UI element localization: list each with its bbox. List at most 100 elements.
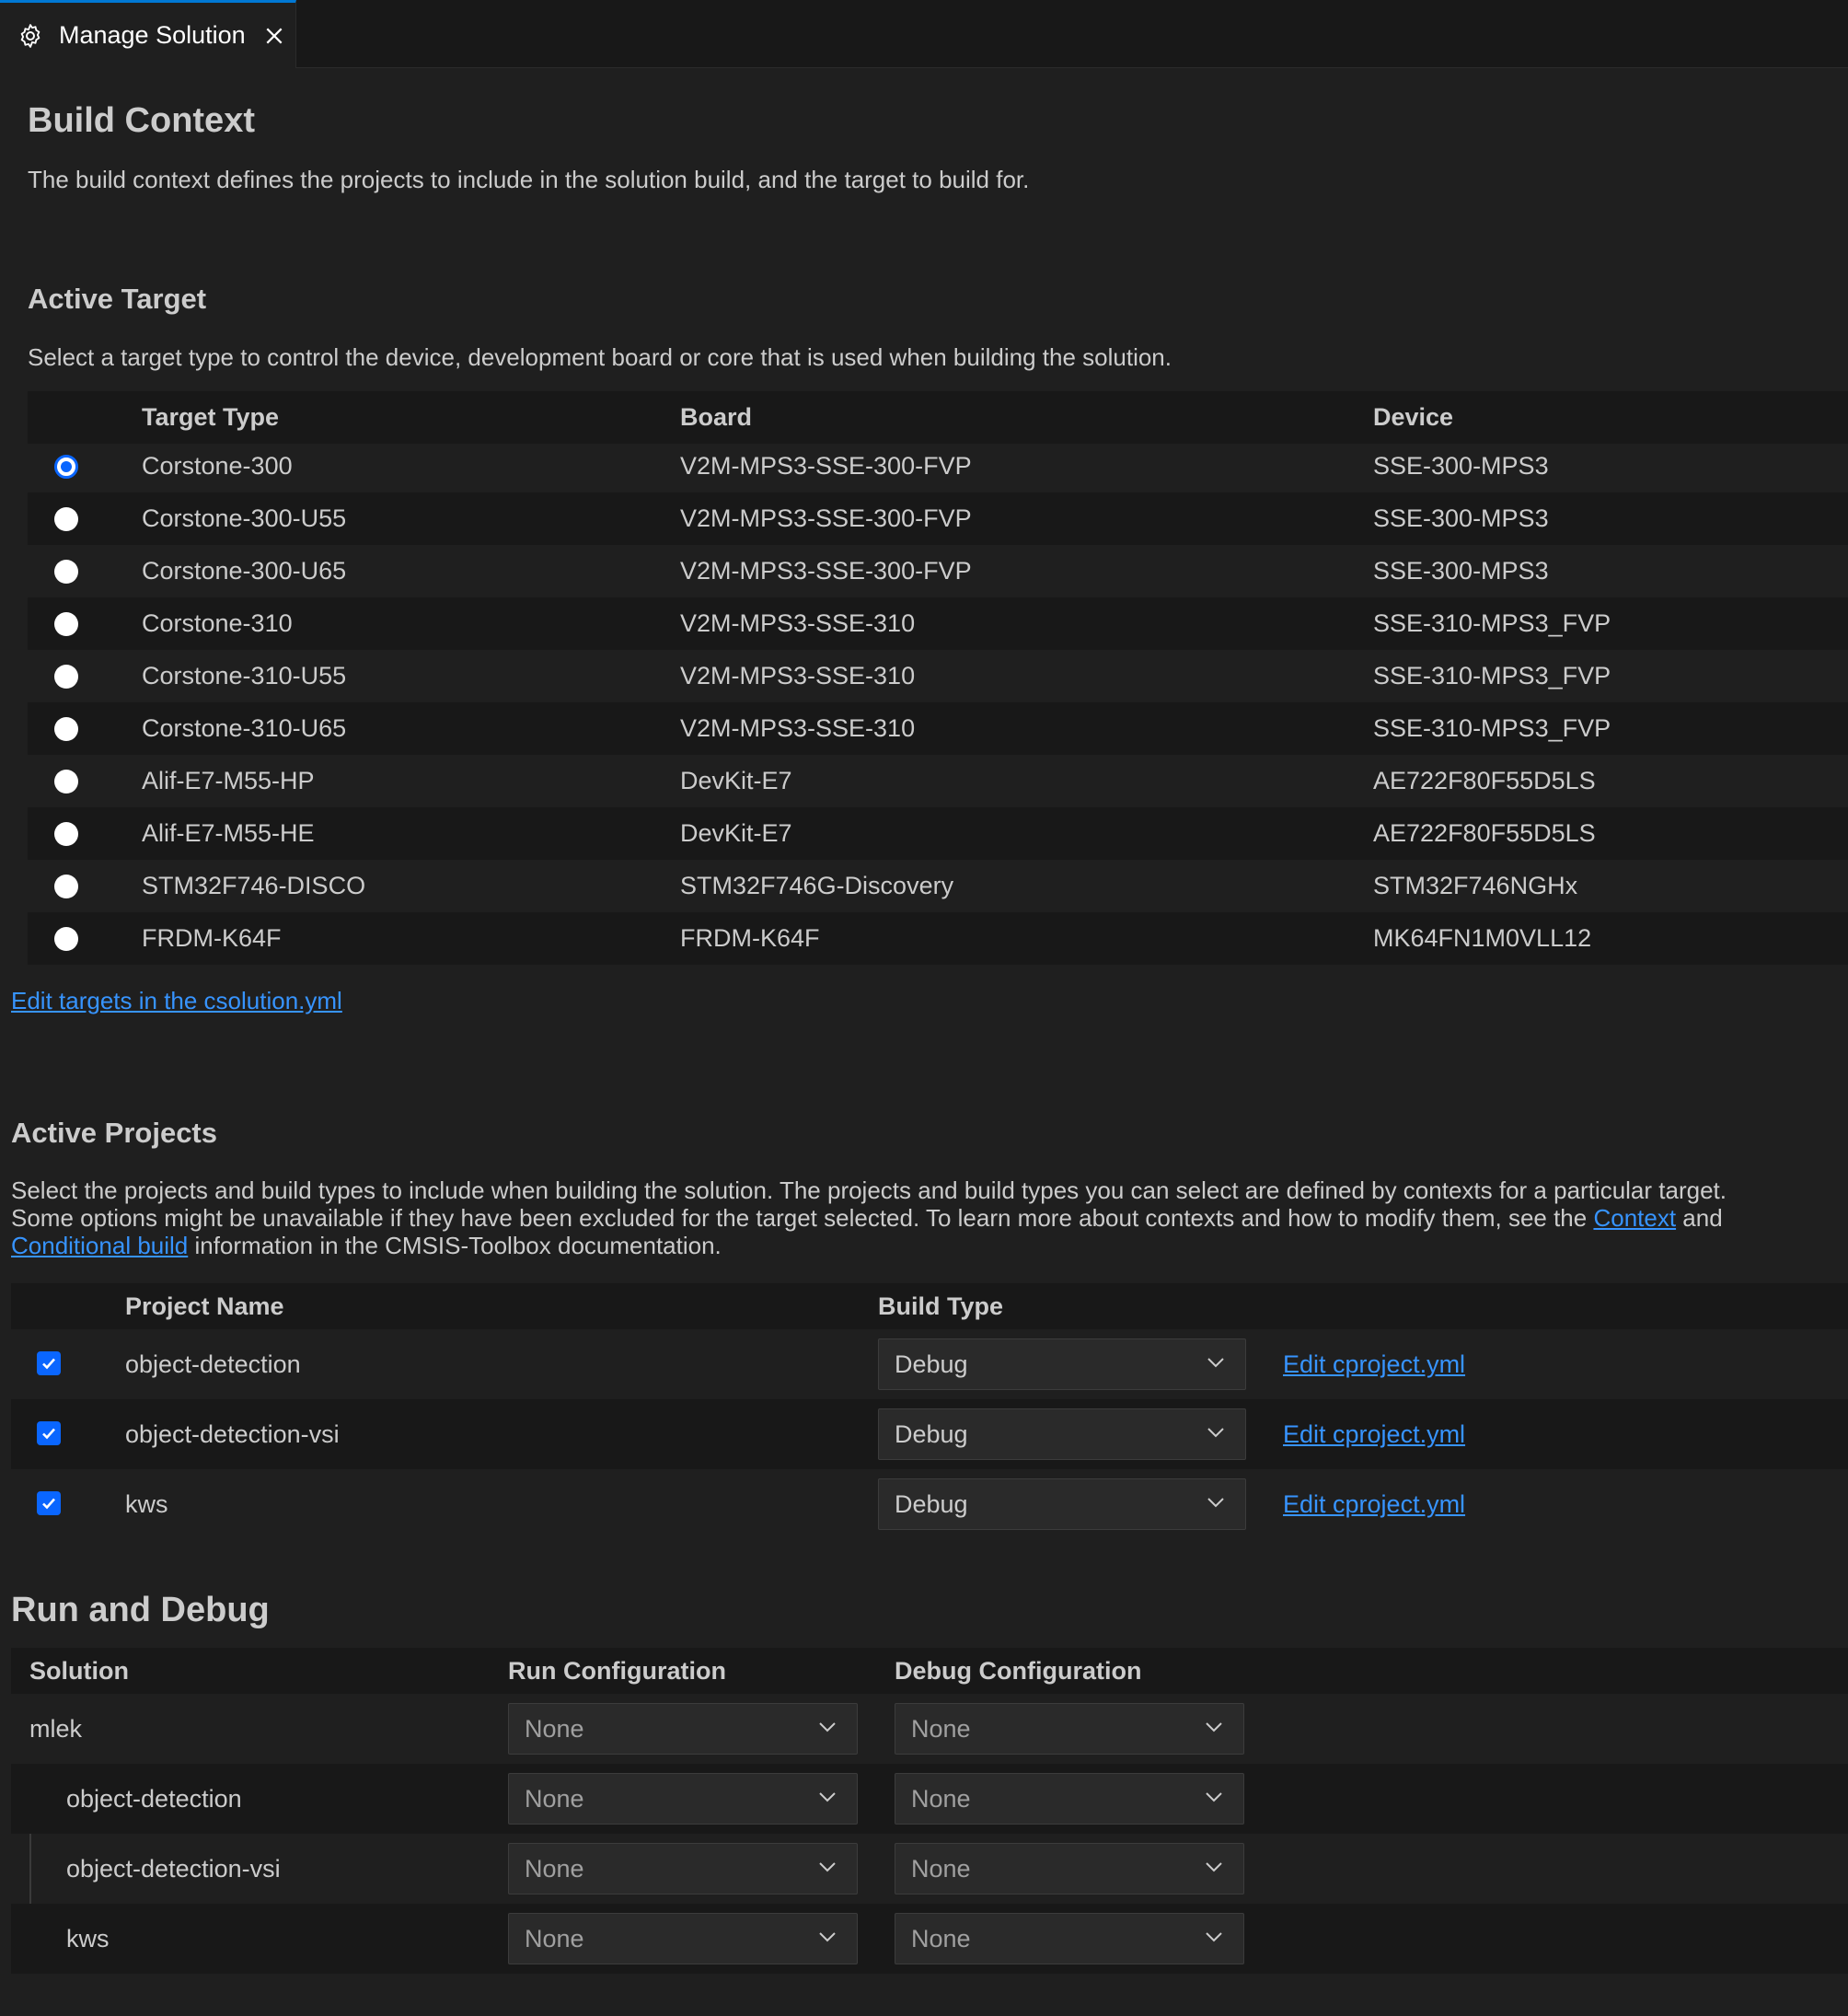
target-board: DevKit-E7 bbox=[680, 819, 792, 847]
description-line-2-text: Some options might be unavailable if the… bbox=[11, 1204, 1594, 1232]
target-type: STM32F746-DISCO bbox=[142, 872, 366, 899]
build-type-value: Debug bbox=[895, 1420, 968, 1448]
debug-configuration-select[interactable]: None bbox=[895, 1703, 1244, 1755]
close-icon[interactable] bbox=[264, 26, 284, 46]
chevron-down-icon bbox=[1206, 1862, 1222, 1872]
col-build-type: Build Type bbox=[878, 1292, 1004, 1320]
target-device: AE722F80F55D5LS bbox=[1373, 819, 1596, 847]
target-radio[interactable] bbox=[54, 717, 78, 741]
run-configuration-select[interactable]: None bbox=[508, 1703, 858, 1755]
debug-configuration-select[interactable]: None bbox=[895, 1843, 1244, 1894]
check-icon bbox=[42, 1498, 55, 1510]
run-configuration-value: None bbox=[525, 1925, 584, 1952]
target-type: Corstone-310-U65 bbox=[142, 714, 347, 742]
edit-cproject-link[interactable]: Edit cproject.yml bbox=[1283, 1350, 1465, 1378]
solution-name: mlek bbox=[29, 1715, 83, 1743]
debug-configuration-value: None bbox=[911, 1715, 971, 1743]
target-type: Corstone-310-U55 bbox=[142, 662, 347, 689]
build-type-value: Debug bbox=[895, 1490, 968, 1518]
target-board: V2M-MPS3-SSE-300-FVP bbox=[680, 452, 972, 480]
target-radio[interactable] bbox=[54, 612, 78, 636]
col-solution: Solution bbox=[29, 1657, 129, 1685]
target-row[interactable]: Corstone-300-U55 V2M-MPS3-SSE-300-FVP SS… bbox=[28, 492, 1848, 545]
target-device: SSE-310-MPS3_FVP bbox=[1373, 714, 1611, 742]
target-row[interactable]: Corstone-300 V2M-MPS3-SSE-300-FVP SSE-30… bbox=[28, 440, 1848, 492]
project-checkbox[interactable] bbox=[37, 1491, 61, 1515]
target-row[interactable]: Corstone-300-U65 V2M-MPS3-SSE-300-FVP SS… bbox=[28, 545, 1848, 597]
target-device: AE722F80F55D5LS bbox=[1373, 767, 1596, 794]
chevron-down-icon bbox=[1207, 1428, 1224, 1438]
gear-icon bbox=[20, 23, 40, 48]
target-board: FRDM-K64F bbox=[680, 924, 820, 952]
col-board: Board bbox=[680, 403, 753, 431]
target-radio[interactable] bbox=[54, 822, 78, 846]
target-radio[interactable] bbox=[54, 875, 78, 898]
edit-cproject-link[interactable]: Edit cproject.yml bbox=[1283, 1420, 1465, 1448]
target-board: DevKit-E7 bbox=[680, 767, 792, 794]
project-row: object-detection Debug Edit cproject.yml bbox=[11, 1329, 1848, 1399]
target-radio[interactable] bbox=[54, 927, 78, 951]
target-row[interactable]: Alif-E7-M55-HE DevKit-E7 AE722F80F55D5LS bbox=[28, 807, 1848, 860]
context-link[interactable]: Context bbox=[1593, 1204, 1676, 1232]
target-device: STM32F746NGHx bbox=[1373, 872, 1578, 899]
run-configuration-value: None bbox=[525, 1715, 584, 1743]
run-configuration-value: None bbox=[525, 1855, 584, 1883]
build-type-select[interactable]: Debug bbox=[878, 1408, 1246, 1460]
target-device: SSE-300-MPS3 bbox=[1373, 504, 1549, 532]
target-board: V2M-MPS3-SSE-300-FVP bbox=[680, 557, 972, 585]
target-row[interactable]: Corstone-310-U65 V2M-MPS3-SSE-310 SSE-31… bbox=[28, 702, 1848, 755]
build-context-title: Build Context bbox=[28, 101, 255, 140]
run-configuration-select[interactable]: None bbox=[508, 1843, 858, 1894]
check-icon bbox=[42, 1358, 55, 1370]
col-debug-configuration: Debug Configuration bbox=[895, 1657, 1142, 1685]
tab-manage-solution[interactable]: Manage Solution bbox=[0, 0, 296, 68]
project-name: kws bbox=[66, 1925, 110, 1952]
target-board: V2M-MPS3-SSE-300-FVP bbox=[680, 504, 972, 532]
project-checkbox[interactable] bbox=[37, 1421, 61, 1445]
projects-table-header: Project Name Build Type bbox=[11, 1283, 1848, 1329]
target-radio[interactable] bbox=[54, 560, 78, 584]
conditional-build-link[interactable]: Conditional build bbox=[11, 1232, 188, 1259]
project-name: object-detection bbox=[125, 1350, 301, 1378]
chevron-down-icon bbox=[1207, 1358, 1224, 1368]
build-context-description: The build context defines the projects t… bbox=[28, 166, 1030, 193]
debug-configuration-select[interactable]: None bbox=[895, 1913, 1244, 1964]
target-row[interactable]: Alif-E7-M55-HP DevKit-E7 AE722F80F55D5LS bbox=[28, 755, 1848, 807]
target-type: FRDM-K64F bbox=[142, 924, 282, 952]
chevron-down-icon bbox=[819, 1932, 836, 1942]
target-row[interactable]: Corstone-310 V2M-MPS3-SSE-310 SSE-310-MP… bbox=[28, 597, 1848, 650]
active-target-description: Select a target type to control the devi… bbox=[28, 343, 1172, 371]
run-debug-title: Run and Debug bbox=[11, 1591, 270, 1629]
target-board: V2M-MPS3-SSE-310 bbox=[680, 609, 916, 637]
target-device: SSE-300-MPS3 bbox=[1373, 452, 1549, 480]
target-type: Alif-E7-M55-HE bbox=[142, 819, 315, 847]
chevron-down-icon bbox=[1206, 1932, 1222, 1942]
project-checkbox[interactable] bbox=[37, 1351, 61, 1375]
target-radio-selected[interactable] bbox=[54, 455, 78, 479]
build-type-select[interactable]: Debug bbox=[878, 1338, 1246, 1390]
build-type-select[interactable]: Debug bbox=[878, 1478, 1246, 1530]
edit-cproject-link[interactable]: Edit cproject.yml bbox=[1283, 1490, 1465, 1518]
target-row[interactable]: Corstone-310-U55 V2M-MPS3-SSE-310 SSE-31… bbox=[28, 650, 1848, 702]
target-radio[interactable] bbox=[54, 770, 78, 794]
run-configuration-select[interactable]: None bbox=[508, 1773, 858, 1825]
col-device: Device bbox=[1373, 403, 1454, 431]
project-name: object-detection-vsi bbox=[66, 1855, 281, 1883]
description-line-3-text: information in the CMSIS-Toolbox documen… bbox=[188, 1232, 722, 1259]
target-radio[interactable] bbox=[54, 665, 78, 689]
target-device: MK64FN1M0VLL12 bbox=[1373, 924, 1592, 952]
description-line-2: Some options might be unavailable if the… bbox=[11, 1204, 1842, 1232]
chevron-down-icon bbox=[819, 1862, 836, 1872]
target-radio[interactable] bbox=[54, 507, 78, 531]
active-projects-title: Active Projects bbox=[11, 1117, 217, 1149]
edit-targets-link[interactable]: Edit targets in the csolution.yml bbox=[11, 987, 342, 1014]
build-type-value: Debug bbox=[895, 1350, 968, 1378]
target-row[interactable]: STM32F746-DISCO STM32F746G-Discovery STM… bbox=[28, 860, 1848, 912]
project-row: kws Debug Edit cproject.yml bbox=[11, 1469, 1848, 1539]
debug-configuration-select[interactable]: None bbox=[895, 1773, 1244, 1825]
run-configuration-select[interactable]: None bbox=[508, 1913, 858, 1964]
active-target-title: Active Target bbox=[28, 283, 207, 315]
debug-configuration-value: None bbox=[911, 1855, 971, 1883]
debug-configuration-value: None bbox=[911, 1925, 971, 1952]
target-row[interactable]: FRDM-K64F FRDM-K64F MK64FN1M0VLL12 bbox=[28, 912, 1848, 965]
